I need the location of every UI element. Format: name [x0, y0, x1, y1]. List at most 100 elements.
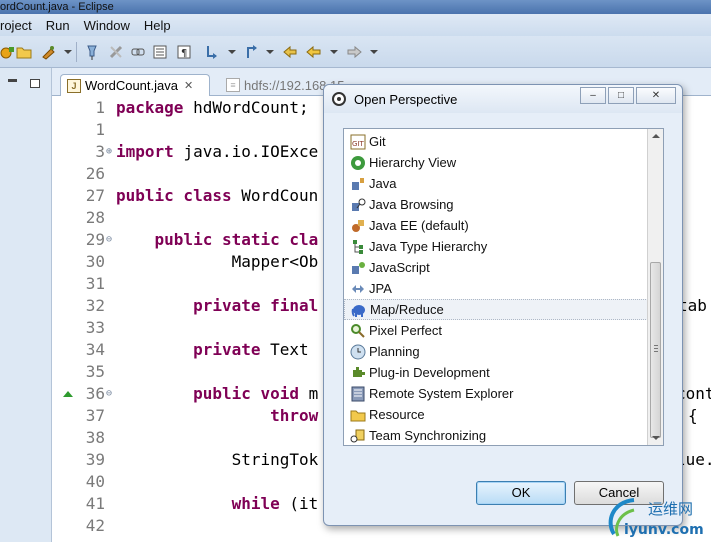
outline-view-icon[interactable]	[152, 44, 168, 60]
collapse-fold-icon[interactable]: ⊖	[106, 383, 112, 405]
minimize-view-icon[interactable]	[8, 79, 17, 82]
scroll-up-icon[interactable]	[652, 134, 660, 138]
line-number: 34	[85, 340, 105, 359]
perspective-label: Java EE (default)	[369, 218, 469, 233]
code-token: StringTok	[116, 450, 319, 469]
perspective-label: Git	[369, 134, 386, 149]
scroll-down-icon[interactable]	[652, 436, 660, 440]
run-tool-icon[interactable]	[40, 44, 56, 60]
team-sync-icon	[350, 428, 366, 444]
code-text: import java.io.IOExce	[116, 141, 318, 163]
hierarchy-view-icon	[350, 155, 366, 171]
perspective-label: Java Type Hierarchy	[369, 239, 488, 254]
code-token: Mapper<Ob	[116, 252, 319, 271]
vertical-scrollbar[interactable]	[647, 129, 663, 445]
line-number: 39	[85, 450, 105, 469]
code-text: public class WordCoun	[116, 185, 318, 207]
perspective-list-item[interactable]: Resource	[344, 404, 648, 425]
line-number: 27	[85, 186, 105, 205]
close-icon[interactable]: ✕	[184, 79, 193, 92]
last-edit-location-icon[interactable]	[282, 44, 298, 60]
new-wizard-icon[interactable]	[0, 44, 16, 60]
back-arrow-icon[interactable]	[306, 44, 322, 60]
keyword-token: while	[116, 494, 290, 513]
minimize-button[interactable]: –	[580, 87, 606, 104]
window-title-bar[interactable]: ordCount.java - Eclipse	[0, 0, 711, 14]
line-number: 32	[85, 296, 105, 315]
window-title: ordCount.java - Eclipse	[0, 1, 114, 13]
code-text: StringTok	[116, 449, 319, 471]
dialog-title-bar[interactable]: Open Perspective – □ ✕	[324, 85, 682, 113]
magnifier-icon	[350, 323, 366, 339]
line-number: 38	[85, 428, 105, 447]
perspective-list-item[interactable]: JPA	[344, 278, 648, 299]
perspective-list-item[interactable]: Pixel Perfect	[344, 320, 648, 341]
pin-icon[interactable]	[84, 44, 100, 60]
perspective-label: Planning	[369, 344, 420, 359]
keyword-token: public class	[116, 186, 242, 205]
perspective-label: JavaScript	[369, 260, 430, 275]
menu-window[interactable]: Window	[78, 18, 138, 33]
elephant-icon	[351, 302, 367, 318]
forward-arrow-icon[interactable]	[346, 44, 362, 60]
code-token: Text	[270, 340, 309, 359]
watermark-top-text: 运维网	[648, 500, 693, 518]
menu-help[interactable]: Help	[138, 18, 179, 33]
jpa-icon	[350, 281, 366, 297]
keyword-token: package	[116, 98, 194, 117]
ok-button[interactable]: OK	[476, 481, 566, 505]
chevron-down-icon[interactable]	[266, 50, 274, 54]
perspective-icon	[332, 92, 346, 106]
chevron-down-icon[interactable]	[64, 50, 72, 54]
dialog-title: Open Perspective	[354, 91, 458, 107]
maximize-button[interactable]: □	[608, 87, 634, 104]
collapse-fold-icon[interactable]: ⊖	[106, 229, 112, 251]
chevron-down-icon[interactable]	[228, 50, 236, 54]
perspective-list-item[interactable]: JavaScript	[344, 257, 648, 278]
line-number: 37	[85, 406, 105, 425]
next-annotation-icon[interactable]	[204, 44, 220, 60]
tools-icon[interactable]	[108, 44, 124, 60]
perspective-list-item[interactable]: Planning	[344, 341, 648, 362]
perspective-list-item[interactable]: Plug-in Development	[344, 362, 648, 383]
perspective-list[interactable]: Team Synchronizing Resource Remote System …	[343, 128, 664, 446]
chevron-down-icon[interactable]	[370, 50, 378, 54]
perspective-list-item[interactable]: Team Synchronizing	[344, 425, 648, 445]
tab-wordcount-java[interactable]: J WordCount.java ✕	[60, 74, 210, 96]
perspective-list-item[interactable]: Java Browsing	[344, 194, 648, 215]
file-icon: ≡	[226, 78, 240, 92]
perspective-list-item[interactable]: Java EE (default)	[344, 215, 648, 236]
link-icon[interactable]	[130, 44, 146, 60]
perspective-list-item[interactable]: Hierarchy View	[344, 152, 648, 173]
perspective-list-item[interactable]: Map/Reduce	[344, 299, 648, 320]
javascript-icon	[350, 260, 366, 276]
perspective-label: JPA	[369, 281, 392, 296]
line-number: 31	[85, 274, 105, 293]
close-button[interactable]: ✕	[636, 87, 676, 104]
perspective-list-item[interactable]: GIT Git	[344, 131, 648, 152]
line-number: 41	[85, 494, 105, 513]
paragraph-icon[interactable]: ¶	[176, 44, 192, 60]
toolbar-separator	[76, 42, 77, 62]
plugin-icon	[350, 365, 366, 381]
perspective-label: Remote System Explorer	[369, 386, 514, 401]
line-number: 42	[85, 516, 105, 535]
git-icon: GIT	[350, 134, 366, 150]
scrollbar-thumb[interactable]	[650, 262, 661, 438]
maximize-view-icon[interactable]	[30, 79, 40, 88]
left-view-strip	[0, 68, 52, 542]
svg-text:GIT: GIT	[352, 140, 364, 148]
menu-run[interactable]: Run	[40, 18, 78, 33]
open-folder-icon[interactable]	[16, 44, 32, 60]
perspective-list-item[interactable]: Remote System Explorer	[344, 383, 648, 404]
code-fragment: {	[688, 406, 698, 425]
perspective-list-item[interactable]: Java	[344, 173, 648, 194]
perspective-label: Pixel Perfect	[369, 323, 442, 338]
menu-project[interactable]: roject	[0, 18, 40, 33]
perspective-list-item[interactable]: Java Type Hierarchy	[344, 236, 648, 257]
chevron-down-icon[interactable]	[330, 50, 338, 54]
menu-bar: roject Run Window Help	[0, 14, 711, 36]
previous-annotation-icon[interactable]	[244, 44, 260, 60]
expand-fold-icon[interactable]: ⊕	[106, 141, 112, 163]
code-text: while (it	[116, 493, 319, 515]
